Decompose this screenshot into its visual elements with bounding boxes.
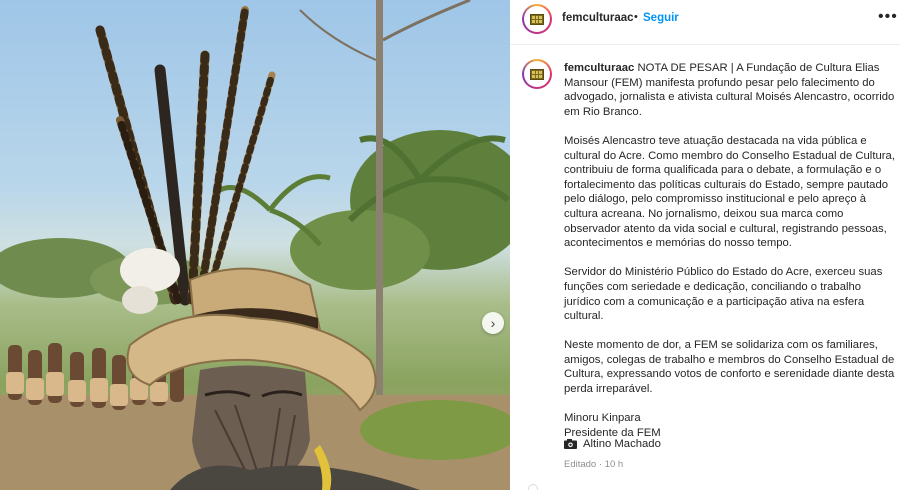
post-header: femculturaac • Seguir ••• <box>510 0 900 40</box>
edited-timestamp: Editado · 10 h <box>564 459 624 470</box>
separator-dot: • <box>634 11 638 23</box>
post-sidebar: femculturaac • Seguir ••• femculturaac N… <box>510 0 900 490</box>
follow-button[interactable]: Seguir <box>643 12 679 24</box>
username-link[interactable]: femculturaac <box>562 12 634 24</box>
chevron-right-icon: › <box>490 315 496 331</box>
caption-paragraph-4: Neste momento de dor, a FEM se solidariz… <box>564 339 895 396</box>
photo-credit: Altino Machado <box>564 438 661 450</box>
header-divider <box>510 44 900 45</box>
post-caption: femculturaac NOTA DE PESAR | A Fundação … <box>564 61 898 440</box>
caption-username-link[interactable]: femculturaac <box>564 62 634 74</box>
profile-avatar[interactable] <box>522 4 552 34</box>
photo-illustration <box>0 0 510 490</box>
signature-name: Minoru Kinpara <box>564 412 641 425</box>
fem-logo-icon <box>530 13 544 25</box>
caption-paragraph-3: Servidor do Ministério Público do Estado… <box>564 266 883 323</box>
fem-logo-icon <box>530 68 544 80</box>
caption-avatar[interactable] <box>522 59 552 89</box>
comment-avatar-placeholder <box>528 484 538 490</box>
carousel-next-button[interactable]: › <box>482 312 504 334</box>
camera-icon <box>564 439 577 449</box>
more-options-icon[interactable]: ••• <box>878 8 898 26</box>
photo-credit-name: Altino Machado <box>583 438 661 450</box>
caption-paragraph-2: Moisés Alencastro teve atuação destacada… <box>564 134 895 250</box>
post-photo[interactable]: › <box>0 0 510 490</box>
caption-paragraph-1: femculturaac NOTA DE PESAR | A Fundação … <box>564 61 898 119</box>
